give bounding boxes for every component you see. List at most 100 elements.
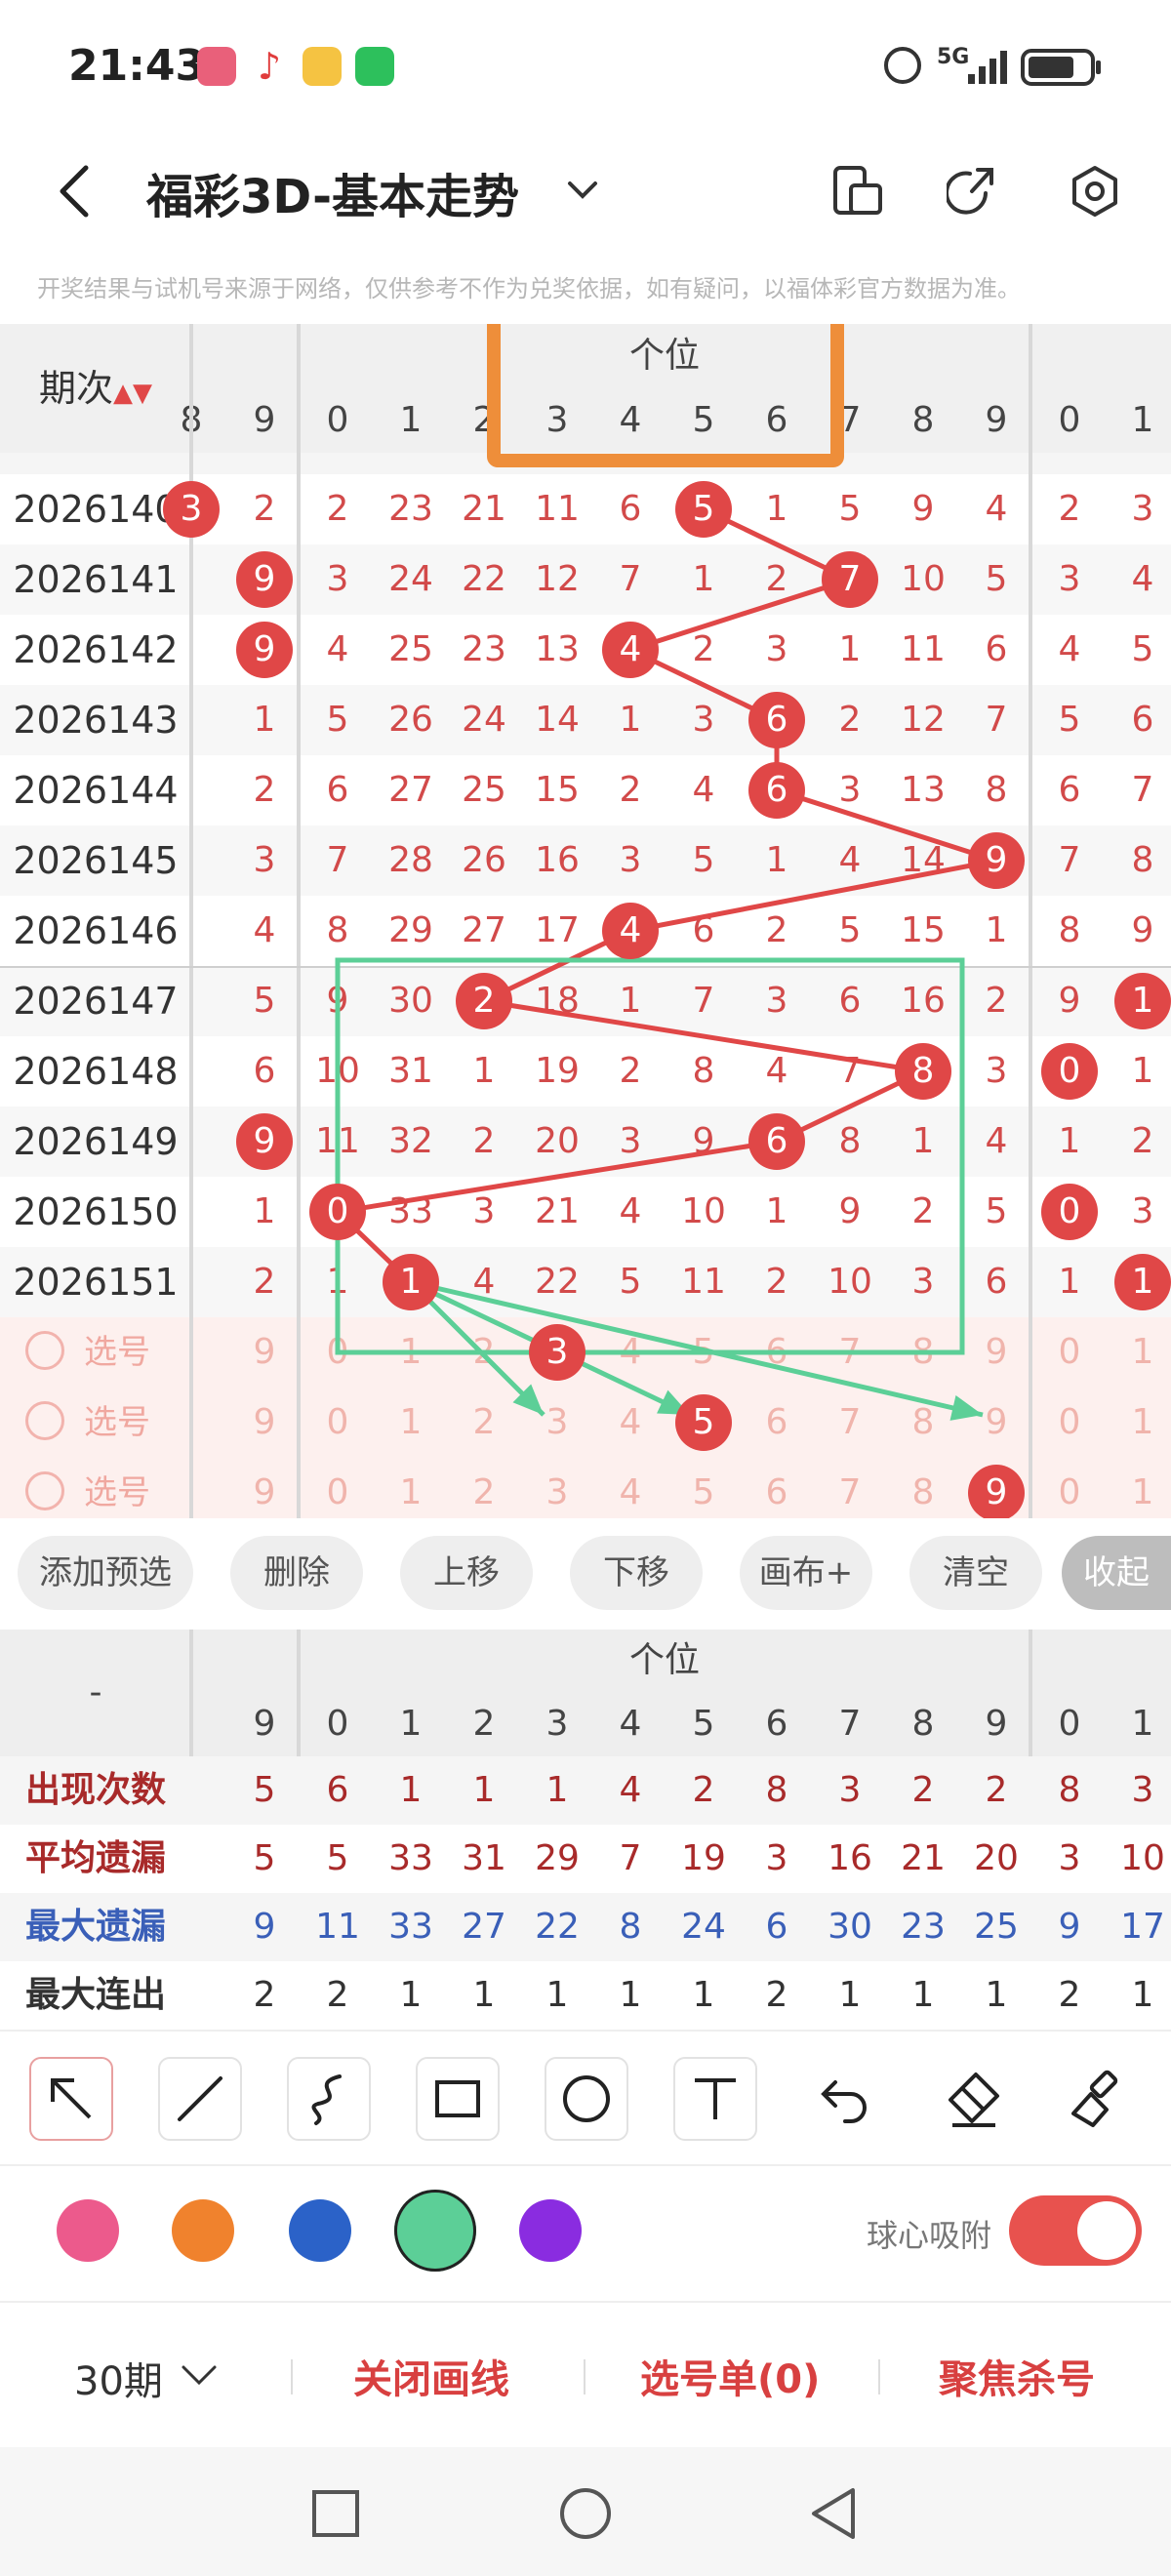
- canvas-plus-button[interactable]: 画布+: [740, 1536, 872, 1610]
- settings-icon[interactable]: [1068, 164, 1122, 219]
- color-swatch-pink[interactable]: [57, 2199, 119, 2262]
- number-ball[interactable]: 1: [1114, 973, 1171, 1029]
- stats-cell: 27: [462, 1907, 506, 1947]
- stats-col-header: 1: [1131, 1704, 1154, 1744]
- chevron-down-icon[interactable]: [180, 2361, 219, 2391]
- stats-cell: 22: [535, 1907, 580, 1947]
- clear-button[interactable]: 清空: [909, 1536, 1042, 1610]
- stats-cell: 5: [253, 1770, 276, 1810]
- stats-cell: 7: [619, 1838, 642, 1878]
- number-ball[interactable]: 6: [748, 1113, 805, 1170]
- back-nav-icon[interactable]: [806, 2484, 861, 2543]
- stats-cell: 5: [253, 1838, 276, 1878]
- eraser-icon[interactable]: [939, 2065, 1007, 2133]
- stats-cell: 20: [974, 1838, 1019, 1878]
- stats-cell: 29: [535, 1838, 580, 1878]
- stats-cell: 2: [253, 1975, 276, 2015]
- number-ball[interactable]: 6: [748, 692, 805, 748]
- number-ball[interactable]: 9: [236, 1113, 293, 1170]
- back-icon[interactable]: [55, 162, 94, 221]
- number-ball[interactable]: 7: [822, 551, 878, 608]
- move-up-button[interactable]: 上移: [400, 1536, 533, 1610]
- chevron-down-icon[interactable]: [564, 176, 601, 205]
- number-ball[interactable]: 4: [602, 903, 659, 959]
- stats-cell: 1: [545, 1770, 569, 1810]
- color-swatch-green-selected[interactable]: [394, 2190, 476, 2272]
- color-swatch-purple[interactable]: [519, 2199, 582, 2262]
- number-ball[interactable]: 9: [236, 622, 293, 678]
- share-icon[interactable]: [947, 164, 999, 219]
- divider: [878, 2359, 880, 2395]
- focus-kill-button[interactable]: 聚焦杀号: [939, 2348, 1095, 2404]
- status-bar: 21:43 ♪ 5G: [0, 0, 1171, 137]
- pick-list-button[interactable]: 选号单(0): [640, 2348, 820, 2404]
- number-ball[interactable]: 6: [748, 762, 805, 819]
- color-row-divider: [0, 2164, 1171, 2166]
- picked-ball[interactable]: 5: [675, 1394, 732, 1451]
- stats-cell: 19: [681, 1838, 726, 1878]
- stats-cell: 3: [765, 1838, 788, 1878]
- stats-cell: 8: [765, 1770, 788, 1810]
- stats-cell: 3: [1131, 1770, 1154, 1810]
- number-ball[interactable]: 0: [309, 1184, 366, 1240]
- line-tool-button[interactable]: [158, 2057, 242, 2141]
- picked-ball[interactable]: 9: [968, 1465, 1025, 1518]
- divider: [584, 2359, 586, 2395]
- music-icon: ♪: [257, 45, 282, 88]
- trend-line: [332, 506, 997, 1284]
- stats-col-header: 9: [985, 1704, 1008, 1744]
- trend-grid: 期次▲▼ 个位 89012345678901202614022232111615…: [0, 324, 1171, 1518]
- number-ball[interactable]: 1: [1114, 1254, 1171, 1310]
- number-ball[interactable]: 4: [602, 622, 659, 678]
- stats-cell: 1: [985, 1975, 1008, 2015]
- move-down-button[interactable]: 下移: [570, 1536, 703, 1610]
- color-swatch-orange[interactable]: [172, 2199, 234, 2262]
- stats-cell: 4: [619, 1770, 642, 1810]
- number-ball[interactable]: 3: [163, 481, 220, 538]
- stats-cell: 1: [911, 1975, 935, 2015]
- curve-tool-button[interactable]: [287, 2057, 371, 2141]
- rectangle-tool-button[interactable]: [416, 2057, 500, 2141]
- picked-ball[interactable]: 3: [529, 1324, 586, 1381]
- wechat-icon: [355, 47, 394, 86]
- status-time: 21:43: [68, 41, 206, 91]
- period-select[interactable]: 30期: [74, 2350, 163, 2406]
- video-app-icon: [303, 47, 342, 86]
- number-ball[interactable]: 0: [1041, 1043, 1098, 1100]
- stats-col-header: 9: [253, 1704, 276, 1744]
- number-ball[interactable]: 2: [456, 973, 512, 1029]
- stats-col-header: 6: [765, 1704, 788, 1744]
- number-ball[interactable]: 9: [236, 551, 293, 608]
- clear-brush-icon[interactable]: [1064, 2065, 1132, 2133]
- home-icon[interactable]: [556, 2484, 615, 2543]
- stats-cell: 9: [1058, 1907, 1081, 1947]
- stats-cell: 17: [1120, 1907, 1165, 1947]
- stats-cell: 23: [901, 1907, 946, 1947]
- number-ball[interactable]: 0: [1041, 1184, 1098, 1240]
- text-icon: [695, 2078, 736, 2119]
- close-draw-button[interactable]: 关闭画线: [353, 2348, 509, 2404]
- number-ball[interactable]: 1: [383, 1254, 439, 1310]
- stats-cell: 2: [765, 1975, 788, 2015]
- stats-cell: 1: [692, 1975, 715, 2015]
- color-swatch-blue[interactable]: [289, 2199, 351, 2262]
- undo-icon[interactable]: [812, 2069, 874, 2131]
- number-ball[interactable]: 9: [968, 832, 1025, 889]
- stats-col-header: 1: [399, 1704, 423, 1744]
- recent-apps-icon[interactable]: [308, 2486, 363, 2541]
- alarm-icon: [884, 47, 921, 84]
- app-header: 福彩3D-基本走势: [0, 137, 1171, 254]
- line-icon: [178, 2076, 222, 2121]
- collapse-button[interactable]: 收起: [1062, 1536, 1171, 1610]
- number-ball[interactable]: 8: [895, 1043, 951, 1100]
- text-tool-button[interactable]: [673, 2057, 757, 2141]
- number-ball[interactable]: 5: [675, 481, 732, 538]
- arrow-tool-button[interactable]: [29, 2057, 113, 2141]
- layout-switch-icon[interactable]: [831, 164, 884, 219]
- stats-cell: 1: [838, 1975, 862, 2015]
- add-preselect-button[interactable]: 添加预选: [18, 1536, 193, 1610]
- stats-cell: 30: [828, 1907, 872, 1947]
- circle-tool-button[interactable]: [545, 2057, 628, 2141]
- delete-button[interactable]: 删除: [230, 1536, 363, 1610]
- magnet-toggle[interactable]: [1009, 2195, 1142, 2266]
